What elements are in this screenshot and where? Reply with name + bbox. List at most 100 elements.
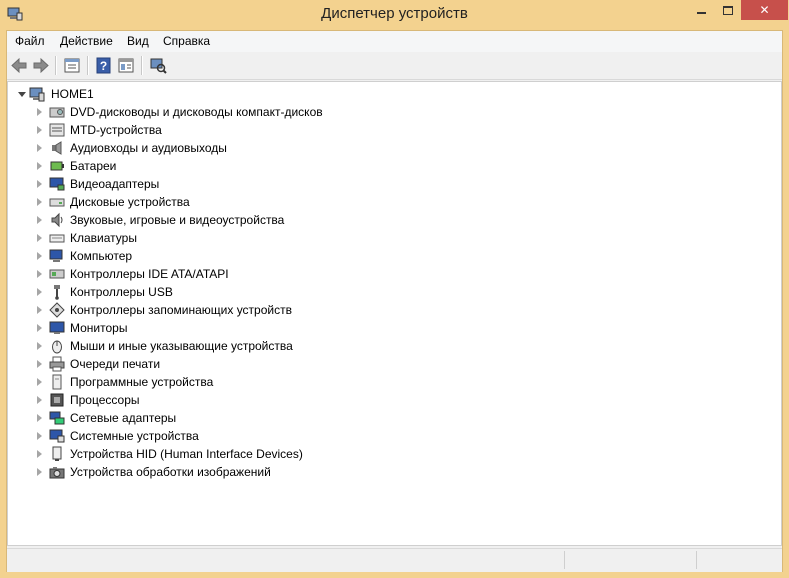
tree-category-row[interactable]: Компьютер (8, 247, 781, 265)
tree-category-row[interactable]: Аудиовходы и аудиовыходы (8, 139, 781, 157)
tree-category-row[interactable]: MTD-устройства (8, 121, 781, 139)
tree-category-label: Мониторы (70, 321, 128, 335)
expand-arrow-icon[interactable] (37, 162, 42, 170)
monitor-icon (49, 321, 65, 334)
toolbar-separator (87, 56, 89, 75)
sound-icon (51, 212, 63, 228)
tree-category-label: Мыши и иные указывающие устройства (70, 339, 293, 353)
expand-arrow-icon[interactable] (37, 396, 42, 404)
close-button[interactable]: ✕ (741, 0, 788, 20)
expand-arrow-icon[interactable] (37, 342, 42, 350)
back-arrow-icon[interactable] (10, 57, 28, 74)
tree-category-row[interactable]: Процессоры (8, 391, 781, 409)
device-tree[interactable]: HOME1 DVD-дисководы и дисководы компакт-… (7, 81, 782, 546)
tree-category-row[interactable]: Дисковые устройства (8, 193, 781, 211)
maximize-icon (723, 6, 733, 15)
svg-text:?: ? (100, 59, 107, 73)
disk-drive-icon (49, 198, 65, 207)
tree-category-row[interactable]: Сетевые адаптеры (8, 409, 781, 427)
expand-arrow-icon[interactable] (37, 144, 42, 152)
tree-category-row[interactable]: Видеоадаптеры (8, 175, 781, 193)
dvd-drive-icon (49, 107, 65, 118)
scan-hardware-icon[interactable] (149, 57, 167, 74)
expand-arrow-icon[interactable] (37, 378, 42, 386)
maximize-button[interactable] (715, 0, 741, 20)
status-bar (7, 548, 782, 572)
tree-category-row[interactable]: Контроллеры USB (8, 283, 781, 301)
tree-category-row[interactable]: Системные устройства (8, 427, 781, 445)
tree-category-label: DVD-дисководы и дисководы компакт-дисков (70, 105, 323, 119)
collapse-arrow-icon[interactable] (18, 92, 26, 97)
expand-arrow-icon[interactable] (37, 468, 42, 476)
status-segment (564, 551, 565, 569)
tree-root-label: HOME1 (51, 87, 94, 101)
expand-arrow-icon[interactable] (37, 252, 42, 260)
tree-category-label: Видеоадаптеры (70, 177, 160, 191)
menu-action[interactable]: Действие (60, 34, 113, 48)
tree-category-label: Клавиатуры (70, 231, 137, 245)
tree-category-label: Устройства обработки изображений (70, 465, 271, 479)
tree-category-label: Контроллеры USB (70, 285, 173, 299)
tree-category-label: Батареи (70, 159, 117, 173)
tree-category-label: Компьютер (70, 249, 133, 263)
expand-arrow-icon[interactable] (37, 432, 42, 440)
client-area: Файл Действие Вид Справка ? HOME1 DVD-ди… (6, 30, 783, 572)
toolbar-separator (55, 56, 57, 75)
status-segment (696, 551, 697, 569)
tree-category-label: Дисковые устройства (70, 195, 190, 209)
tree-category-row[interactable]: DVD-дисководы и дисководы компакт-дисков (8, 103, 781, 121)
processor-icon (50, 393, 64, 407)
expand-arrow-icon[interactable] (37, 108, 42, 116)
expand-arrow-icon[interactable] (37, 198, 42, 206)
storage-controller-icon (49, 302, 65, 318)
tree-category-row[interactable]: Очереди печати (8, 355, 781, 373)
expand-arrow-icon[interactable] (37, 234, 42, 242)
tree-category-row[interactable]: Клавиатуры (8, 229, 781, 247)
tree-category-row[interactable]: Звуковые, игровые и видеоустройства (8, 211, 781, 229)
menu-view[interactable]: Вид (127, 34, 149, 48)
menu-bar: Файл Действие Вид Справка (7, 31, 782, 53)
printer-icon (49, 356, 65, 372)
tree-category-row[interactable]: Контроллеры IDE ATA/ATAPI (8, 265, 781, 283)
tree-category-label: Сетевые адаптеры (70, 411, 177, 425)
tree-category-row[interactable]: Мониторы (8, 319, 781, 337)
view-details-icon[interactable] (117, 57, 135, 74)
tree-category-row[interactable]: Программные устройства (8, 373, 781, 391)
help-icon[interactable]: ? (95, 57, 113, 74)
expand-arrow-icon[interactable] (37, 126, 42, 134)
expand-arrow-icon[interactable] (37, 288, 42, 296)
expand-arrow-icon[interactable] (37, 360, 42, 368)
tree-category-row[interactable]: Контроллеры запоминающих устройств (8, 301, 781, 319)
window-title: Диспетчер устройств (321, 5, 468, 22)
menu-file[interactable]: Файл (15, 34, 45, 48)
device-manager-window: Диспетчер устройств ✕ Файл Действие Вид … (0, 0, 789, 578)
tree-category-row[interactable]: Мыши и иные указывающие устройства (8, 337, 781, 355)
speaker-icon (52, 141, 62, 155)
menu-help[interactable]: Справка (163, 34, 210, 48)
tree-category-label: Звуковые, игровые и видеоустройства (70, 213, 285, 227)
tree-category-row[interactable]: Устройства HID (Human Interface Devices) (8, 445, 781, 463)
expand-arrow-icon[interactable] (37, 216, 42, 224)
ide-controller-icon (49, 269, 65, 279)
toolbar-separator (141, 56, 143, 75)
tree-category-label: Программные устройства (70, 375, 214, 389)
expand-arrow-icon[interactable] (37, 306, 42, 314)
tree-category-row[interactable]: Батареи (8, 157, 781, 175)
tree-root-row[interactable]: HOME1 (8, 85, 781, 103)
expand-arrow-icon[interactable] (37, 450, 42, 458)
minimize-button[interactable] (688, 0, 715, 20)
properties-icon[interactable] (63, 57, 81, 74)
expand-arrow-icon[interactable] (37, 414, 42, 422)
mtd-device-icon (49, 123, 65, 137)
toolbar: ? (7, 52, 782, 80)
expand-arrow-icon[interactable] (37, 324, 42, 332)
expand-arrow-icon[interactable] (37, 180, 42, 188)
computer-icon (49, 249, 63, 262)
tree-category-label: Устройства HID (Human Interface Devices) (70, 447, 303, 461)
title-bar[interactable]: Диспетчер устройств ✕ (0, 0, 789, 30)
tree-category-label: Аудиовходы и аудиовыходы (70, 141, 227, 155)
battery-icon (50, 161, 64, 171)
tree-category-row[interactable]: Устройства обработки изображений (8, 463, 781, 481)
expand-arrow-icon[interactable] (37, 270, 42, 278)
forward-arrow-icon[interactable] (32, 57, 50, 74)
